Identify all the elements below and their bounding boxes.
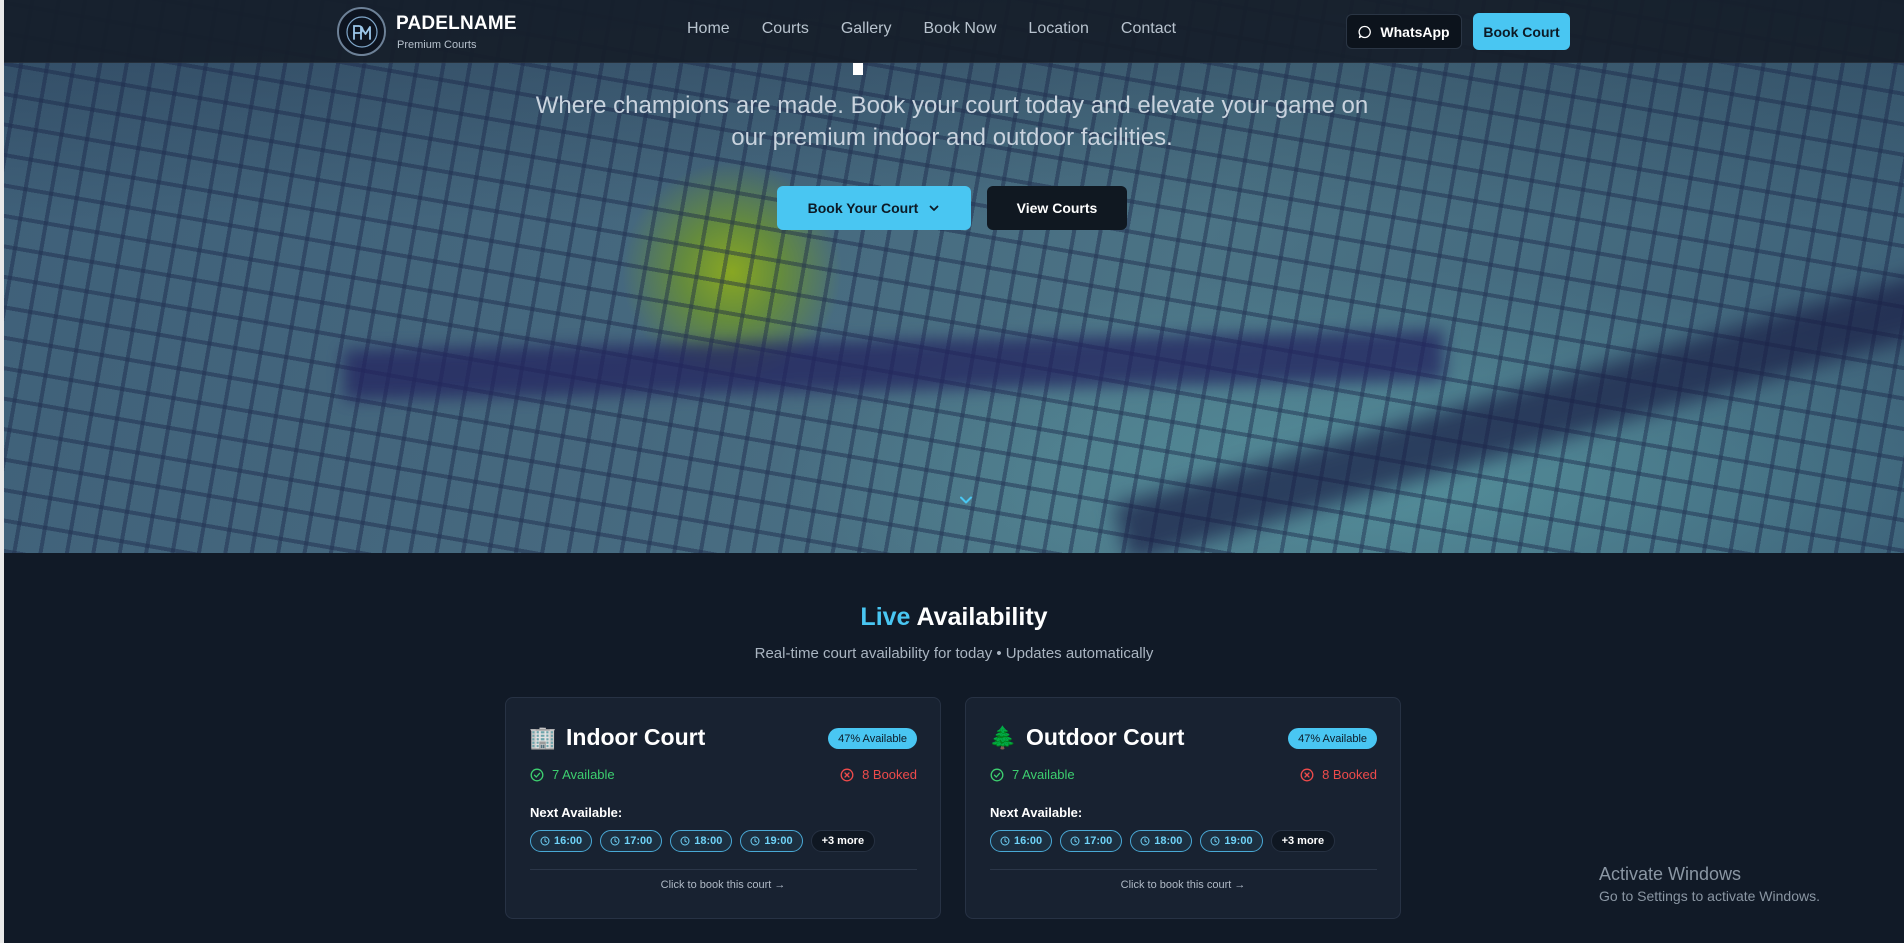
time-slot[interactable]: 19:00: [740, 830, 803, 852]
time-slot[interactable]: 16:00: [530, 830, 593, 852]
hero-title-fragment: [853, 63, 863, 75]
time-slot-label: 19:00: [1224, 835, 1253, 847]
logo-icon: [345, 15, 378, 48]
brand-name[interactable]: PADELNAME: [396, 13, 517, 35]
whatsapp-label: WhatsApp: [1380, 23, 1450, 40]
hero-subtitle: Where champions are made. Book your cour…: [0, 90, 1904, 154]
nav-contact[interactable]: Contact: [1121, 20, 1176, 38]
time-slot-label: 17:00: [1084, 835, 1113, 847]
court-name: Indoor Court: [566, 724, 706, 750]
time-slot-label: 19:00: [764, 835, 793, 847]
time-slot[interactable]: 18:00: [1130, 830, 1193, 852]
card-header: 🏢 Indoor Court: [529, 724, 706, 751]
building-icon: 🏢: [529, 724, 557, 750]
nav-gallery[interactable]: Gallery: [841, 20, 892, 38]
nav-courts[interactable]: Courts: [762, 20, 809, 38]
time-slot-label: 18:00: [1154, 835, 1183, 847]
x-circle-icon: [1300, 768, 1314, 781]
card-divider: [990, 869, 1377, 870]
section-title-rest: Availability: [916, 603, 1048, 631]
court-card-outdoor[interactable]: 🌲 Outdoor Court 47% Available 7 Availabl…: [965, 697, 1401, 919]
clock-icon: [1210, 836, 1220, 846]
nav-location[interactable]: Location: [1028, 20, 1089, 38]
time-slots: 16:00 17:00 18:00 19:00 +3 more: [530, 830, 876, 852]
tree-icon: 🌲: [989, 724, 1017, 750]
time-slot-label: 16:00: [1014, 835, 1043, 847]
card-cta[interactable]: Click to book this court →: [966, 879, 1400, 891]
time-slot-label: 16:00: [554, 835, 583, 847]
booked-count: 8 Booked: [840, 767, 917, 782]
card-divider: [530, 869, 917, 870]
chevron-down-icon: [929, 205, 939, 211]
availability-badge: 47% Available: [1288, 728, 1377, 749]
hero-buttons: Book Your Court View Courts: [0, 186, 1904, 230]
section-title-accent: Live: [860, 603, 911, 631]
next-available-label: Next Available:: [530, 805, 623, 820]
clock-icon: [1000, 836, 1010, 846]
nav-home[interactable]: Home: [687, 20, 730, 38]
clock-icon: [680, 836, 690, 846]
time-slot-label: 18:00: [694, 835, 723, 847]
watermark-subtitle: Go to Settings to activate Windows.: [1599, 888, 1820, 904]
clock-icon: [750, 836, 760, 846]
check-circle-icon: [530, 768, 544, 781]
main-nav: Home Courts Gallery Book Now Location Co…: [687, 20, 1176, 38]
clock-icon: [610, 836, 620, 846]
more-slots-badge[interactable]: +3 more: [1270, 830, 1336, 852]
watermark-title: Activate Windows: [1599, 864, 1742, 884]
section-title: Live Availability: [4, 603, 1904, 632]
chat-bubble-icon: [1358, 25, 1372, 38]
section-subtitle: Real-time court availability for today •…: [754, 645, 1154, 662]
booked-label: 8 Booked: [862, 767, 917, 782]
clock-icon: [540, 836, 550, 846]
booked-count: 8 Booked: [1300, 767, 1377, 782]
clock-icon: [1140, 836, 1150, 846]
time-slots: 16:00 17:00 18:00 19:00 +3 more: [990, 830, 1336, 852]
book-your-court-label: Book Your Court: [807, 200, 919, 216]
booked-label: 8 Booked: [1322, 767, 1377, 782]
available-count: 7 Available: [530, 767, 615, 782]
book-court-button[interactable]: Book Court: [1473, 13, 1570, 50]
card-cta[interactable]: Click to book this court →: [506, 879, 940, 891]
window-edge: [0, 0, 4, 943]
time-slot-label: 17:00: [624, 835, 653, 847]
brand-tagline: Premium Courts: [397, 39, 477, 51]
scroll-down-icon[interactable]: [958, 492, 974, 508]
view-courts-button[interactable]: View Courts: [987, 186, 1127, 230]
court-name: Outdoor Court: [1026, 724, 1185, 750]
logo[interactable]: [337, 7, 386, 56]
x-circle-icon: [840, 768, 854, 781]
clock-icon: [1070, 836, 1080, 846]
hero-section: [4, 0, 1904, 553]
next-available-label: Next Available:: [990, 805, 1083, 820]
card-header: 🌲 Outdoor Court: [989, 724, 1185, 751]
book-your-court-button[interactable]: Book Your Court: [777, 186, 971, 230]
time-slot[interactable]: 16:00: [990, 830, 1053, 852]
site-header: PADELNAME Premium Courts Home Courts Gal…: [4, 0, 1904, 63]
available-label: 7 Available: [1012, 767, 1075, 782]
time-slot[interactable]: 17:00: [1060, 830, 1123, 852]
time-slot[interactable]: 17:00: [600, 830, 663, 852]
nav-book-now[interactable]: Book Now: [924, 20, 997, 38]
time-slot[interactable]: 18:00: [670, 830, 733, 852]
time-slot[interactable]: 19:00: [1200, 830, 1263, 852]
book-court-label: Book Court: [1483, 23, 1560, 40]
windows-activation-watermark: Activate Windows Go to Settings to activ…: [1599, 864, 1820, 904]
available-label: 7 Available: [552, 767, 615, 782]
view-courts-label: View Courts: [1016, 200, 1098, 216]
hero-subtitle-line-2: our premium indoor and outdoor facilitie…: [731, 124, 1173, 151]
available-count: 7 Available: [990, 767, 1075, 782]
court-card-indoor[interactable]: 🏢 Indoor Court 47% Available 7 Available…: [505, 697, 941, 919]
hero-net-image: [4, 0, 1904, 553]
availability-badge: 47% Available: [828, 728, 917, 749]
more-slots-badge[interactable]: +3 more: [810, 830, 876, 852]
whatsapp-button[interactable]: WhatsApp: [1346, 14, 1462, 49]
hero-subtitle-line-1: Where champions are made. Book your cour…: [535, 92, 1369, 119]
check-circle-icon: [990, 768, 1004, 781]
